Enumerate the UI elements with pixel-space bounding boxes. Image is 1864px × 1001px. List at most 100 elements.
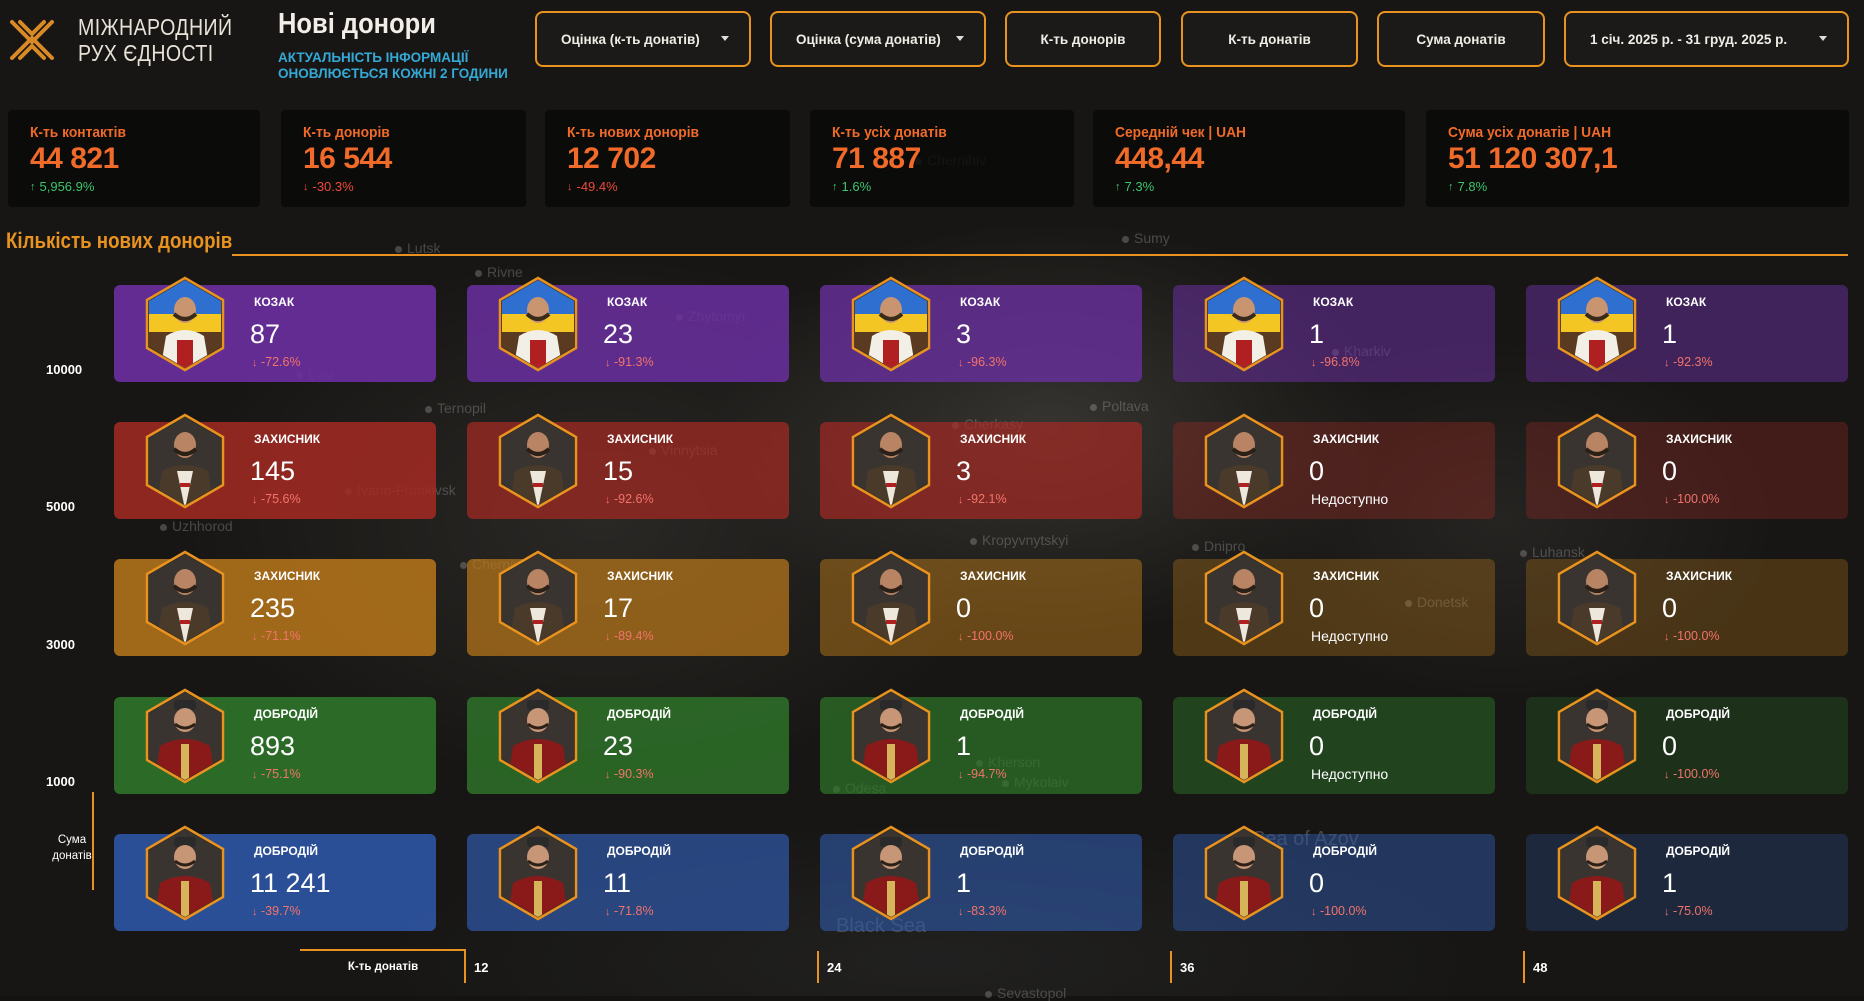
donor-delta-value: -89.4%: [613, 629, 654, 643]
donors-count-button[interactable]: К-ть донорів: [1005, 11, 1161, 67]
donor-count-value: 17: [603, 593, 634, 623]
donor-tile[interactable]: ДОБРОДІЙ 1 ↓ -94.7%: [820, 688, 1142, 794]
dobrodiy-avatar: [144, 825, 226, 921]
donor-count-value: 15: [603, 456, 634, 486]
donor-tile[interactable]: ЗАХИСНИК 145 ↓ -75.6%: [114, 413, 436, 519]
donor-tier-name: ДОБРОДІЙ: [960, 844, 1025, 858]
donor-tier-name: ДОБРОДІЙ: [960, 707, 1025, 721]
arrow-down-icon: ↓: [303, 180, 309, 193]
donor-tier-name: КОЗАК: [1666, 295, 1707, 309]
donor-tile[interactable]: ЗАХИСНИК 0 ↓ -100.0%: [1526, 550, 1848, 656]
donor-tile[interactable]: ЗАХИСНИК 0 ↓ -100.0%: [820, 550, 1142, 656]
donor-tier-name: ДОБРОДІЙ: [1313, 707, 1378, 721]
donor-tile[interactable]: ДОБРОДІЙ 0 ↓ -100.0%: [1526, 688, 1848, 794]
arrow-down-icon: ↓: [252, 357, 258, 369]
donor-tile[interactable]: ДОБРОДІЙ 893 ↓ -75.1%: [114, 688, 436, 794]
x-axis-tick: [1170, 951, 1172, 983]
donor-tile[interactable]: ДОБРОДІЙ 11 241 ↓ -39.7%: [114, 825, 436, 931]
donor-count-value: 0: [1662, 731, 1678, 761]
x-axis-label: 24: [827, 960, 842, 975]
donor-delta-value: -100.0%: [1319, 904, 1367, 918]
date-range-picker[interactable]: 1 січ. 2025 р. - 31 груд. 2025 р.: [1564, 11, 1849, 67]
donor-delta: Недоступно: [1311, 628, 1388, 644]
donor-delta: ↓ -100.0%: [1664, 492, 1720, 506]
estimate-count-dropdown[interactable]: Оцінка (к-ть донатів): [535, 11, 751, 67]
donor-tile[interactable]: ЗАХИСНИК 3 ↓ -92.1%: [820, 413, 1142, 519]
donor-tile[interactable]: ДОБРОДІЙ 1 ↓ -83.3%: [820, 825, 1142, 931]
donor-tile[interactable]: КОЗАК 1 ↓ -96.8%: [1173, 276, 1495, 382]
arrow-down-icon: ↓: [958, 494, 964, 506]
donor-delta-value: -94.7%: [966, 767, 1007, 781]
donor-delta-value: -90.3%: [613, 767, 654, 781]
donor-delta-value: -71.1%: [260, 629, 301, 643]
kpi-value: 44 821: [30, 142, 119, 175]
kozak-flag-avatar: [1203, 276, 1285, 372]
estimate-sum-dropdown[interactable]: Оцінка (сума донатів): [770, 11, 986, 67]
donor-tile[interactable]: ДОБРОДІЙ 0 Недоступно: [1173, 688, 1495, 794]
donor-tier-name: КОЗАК: [1313, 295, 1354, 309]
donor-delta-value: -100.0%: [1672, 492, 1720, 506]
donor-tile[interactable]: КОЗАК 1 ↓ -92.3%: [1526, 276, 1848, 382]
donor-tile[interactable]: ЗАХИСНИК 0 Недоступно: [1173, 550, 1495, 656]
kpi-delta: ↓ -30.3%: [303, 179, 504, 194]
donor-tile[interactable]: ЗАХИСНИК 235 ↓ -71.1%: [114, 550, 436, 656]
zakhysnyk-avatar: [497, 550, 579, 646]
kpi-delta-value: -30.3%: [312, 179, 354, 194]
donor-tile[interactable]: ЗАХИСНИК 15 ↓ -92.6%: [467, 413, 789, 519]
chevron-down-icon: [956, 36, 964, 41]
donor-delta-value: Недоступно: [1311, 766, 1389, 782]
y-axis-title: Сума донатів: [52, 834, 92, 862]
arrow-down-icon: ↓: [605, 906, 611, 918]
donor-delta-value: -75.1%: [260, 767, 301, 781]
donor-tier-name: ЗАХИСНИК: [960, 432, 1027, 446]
arrow-down-icon: ↓: [958, 631, 964, 643]
donor-delta: ↓ -91.3%: [605, 355, 654, 369]
donor-tile[interactable]: ЗАХИСНИК 17 ↓ -89.4%: [467, 550, 789, 656]
donor-delta-value: -100.0%: [966, 629, 1014, 643]
donor-tile[interactable]: ДОБРОДІЙ 23 ↓ -90.3%: [467, 688, 789, 794]
donor-delta: ↓ -75.0%: [1664, 904, 1713, 918]
donor-delta: ↓ -75.1%: [252, 767, 301, 781]
donor-tier-name: КОЗАК: [254, 295, 295, 309]
map-city-label: Uzhhorod: [160, 518, 233, 534]
donor-delta: ↓ -100.0%: [1664, 767, 1720, 781]
arrow-down-icon: ↓: [1664, 631, 1670, 643]
x-axis-title: К-ть донатів: [347, 961, 419, 973]
kozak-flag-avatar: [850, 276, 932, 372]
donor-delta: ↓ -71.1%: [252, 629, 301, 643]
x-axis-line: [300, 949, 466, 951]
donor-delta-value: -100.0%: [1672, 767, 1720, 781]
kpi-value: 71 887: [832, 142, 921, 175]
kpi-label: К-ть нових донорів: [567, 124, 700, 141]
donor-tile[interactable]: ЗАХИСНИК 0 Недоступно: [1173, 413, 1495, 519]
dobrodiy-avatar: [1556, 825, 1638, 921]
map-city-label: Sevastopol: [985, 985, 1066, 1001]
donor-tier-name: ДОБРОДІЙ: [1666, 707, 1731, 721]
donor-tier-name: ЗАХИСНИК: [1313, 569, 1380, 583]
donor-tile[interactable]: ДОБРОДІЙ 1 ↓ -75.0%: [1526, 825, 1848, 931]
logo-line-2: РУХ ЄДНОСТІ: [78, 40, 214, 66]
donor-tile[interactable]: ЗАХИСНИК 0 ↓ -100.0%: [1526, 413, 1848, 519]
donor-delta: ↓ -89.4%: [605, 629, 654, 643]
donor-delta-value: -75.0%: [1672, 904, 1713, 918]
donations-sum-button[interactable]: Сума донатів: [1377, 11, 1545, 67]
donor-delta-value: -100.0%: [1672, 629, 1720, 643]
donor-tile[interactable]: ДОБРОДІЙ 0 ↓ -100.0%: [1173, 825, 1495, 931]
donor-tile[interactable]: КОЗАК 3 ↓ -96.3%: [820, 276, 1142, 382]
dobrodiy-avatar: [850, 825, 932, 921]
donor-delta: ↓ -92.1%: [958, 492, 1007, 506]
donor-delta-value: -72.6%: [260, 355, 301, 369]
donor-tile[interactable]: КОЗАК 23 ↓ -91.3%: [467, 276, 789, 382]
donor-delta: ↓ -96.8%: [1311, 355, 1360, 369]
donor-tile[interactable]: ДОБРОДІЙ 11 ↓ -71.8%: [467, 825, 789, 931]
donor-delta: ↓ -100.0%: [1311, 904, 1367, 918]
estimate-count-label: Оцінка (к-ть донатів): [561, 31, 700, 47]
arrow-down-icon: ↓: [605, 631, 611, 643]
kozak-flag-avatar: [144, 276, 226, 372]
arrow-down-icon: ↓: [1311, 906, 1317, 918]
zakhysnyk-avatar: [1556, 413, 1638, 509]
donor-tile[interactable]: КОЗАК 87 ↓ -72.6%: [114, 276, 436, 382]
kpi-delta: ↑ 5,956.9%: [30, 179, 238, 194]
donations-count-button[interactable]: К-ть донатів: [1181, 11, 1358, 67]
donor-delta: ↓ -96.3%: [958, 355, 1007, 369]
